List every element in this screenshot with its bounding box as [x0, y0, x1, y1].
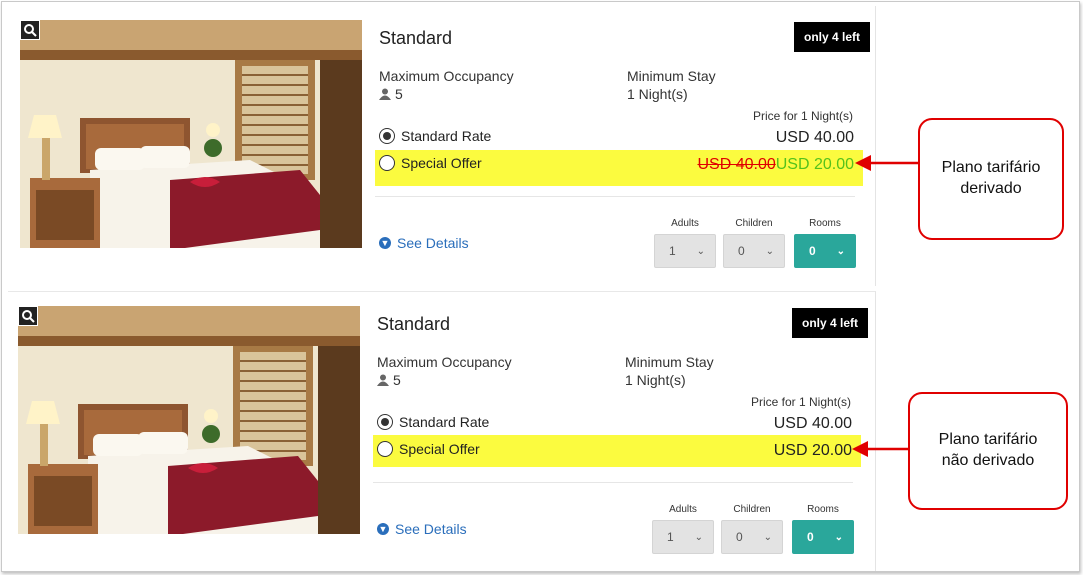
rate-option-special-offer[interactable]: Special Offer [377, 441, 480, 457]
room-photo[interactable] [18, 306, 360, 534]
children-select[interactable]: 0 ⌄ [721, 520, 783, 554]
zoom-icon[interactable] [20, 20, 40, 40]
adults-select[interactable]: 1 ⌄ [652, 520, 714, 554]
chevron-down-icon: ⌄ [696, 245, 705, 257]
availability-badge: only 4 left [792, 308, 869, 338]
rate-name: Special Offer [401, 155, 482, 171]
rate-price: USD 20.00 [773, 442, 852, 459]
callout-arrow [852, 441, 910, 457]
callout-line: derivado [960, 180, 1022, 197]
children-value: 0 [736, 530, 743, 544]
rooms-label: Rooms [807, 504, 839, 515]
rate-option-standard[interactable]: Standard Rate [377, 414, 489, 430]
adults-label: Adults [669, 504, 697, 515]
callout-arrow [855, 155, 920, 171]
occupancy-label: Maximum Occupancy [379, 68, 514, 84]
rate-name: Special Offer [399, 441, 480, 457]
children-label: Children [735, 218, 773, 229]
room-title: Standard [377, 314, 451, 334]
chevron-down-icon: ⌄ [834, 531, 843, 543]
occupancy-label: Maximum Occupancy [377, 354, 512, 370]
adults-value: 1 [669, 244, 676, 258]
radio-selected[interactable] [379, 128, 395, 144]
see-details-link[interactable]: ▼ See Details [377, 521, 467, 537]
children-label: Children [733, 504, 771, 515]
callout-line: não derivado [941, 452, 1035, 469]
adults-value: 1 [667, 530, 674, 544]
callout-line: Plano tarifário [938, 431, 1038, 449]
see-details-link[interactable]: ▼ See Details [379, 235, 469, 251]
rate-price: USD 40.00 [775, 129, 854, 146]
min-stay-value: 1 Night(s) [627, 86, 688, 102]
zoom-icon[interactable] [18, 306, 38, 326]
radio-unselected[interactable] [377, 441, 393, 457]
children-value: 0 [738, 244, 745, 258]
chevron-down-icon: ⌄ [763, 531, 772, 543]
radio-selected[interactable] [377, 414, 393, 430]
divider [373, 482, 853, 483]
chevron-down-icon: ⌄ [836, 245, 845, 257]
old-price: USD 40.00 [697, 156, 776, 173]
chevron-circle-down-icon: ▼ [377, 523, 389, 535]
new-price: USD 20.00 [775, 156, 854, 173]
radio-unselected[interactable] [379, 155, 395, 171]
room-card: Standard only 4 left Maximum Occupancy 5… [8, 291, 876, 571]
rate-option-special-offer[interactable]: Special Offer [379, 155, 482, 171]
occupancy-number: 5 [395, 86, 403, 102]
price-for-label: Price for 1 Night(s) [751, 395, 852, 409]
callout-line: Plano tarifário [941, 159, 1041, 177]
chevron-down-icon: ⌄ [694, 531, 703, 543]
chevron-down-icon: ⌄ [765, 245, 774, 257]
price-for-label: Price for 1 Night(s) [753, 109, 854, 123]
rate-option-standard[interactable]: Standard Rate [379, 128, 491, 144]
rate-price: USD 40.00 [773, 415, 852, 432]
occupancy-number: 5 [393, 372, 401, 388]
see-details-label: See Details [397, 235, 469, 251]
rate-name: Standard Rate [401, 128, 492, 144]
rooms-label: Rooms [809, 218, 841, 229]
min-stay-label: Minimum Stay [625, 354, 714, 370]
chevron-circle-down-icon: ▼ [379, 237, 391, 249]
divider [375, 196, 855, 197]
callout-non-derived-rate: Plano tarifário não derivado [908, 392, 1068, 510]
person-icon [379, 88, 391, 100]
rate-price-discounted: USD 40.00USD 20.00 [668, 156, 854, 174]
person-icon [377, 374, 389, 386]
min-stay-value: 1 Night(s) [625, 372, 686, 388]
callout-derived-rate: Plano tarifário derivado [918, 118, 1064, 240]
min-stay-label: Minimum Stay [627, 68, 716, 84]
rooms-value: 0 [807, 530, 814, 544]
see-details-label: See Details [395, 521, 467, 537]
rooms-select[interactable]: 0 ⌄ [792, 520, 854, 554]
occupancy-value: 5 [379, 86, 403, 102]
room-card: Standard only 4 left Maximum Occupancy 5… [8, 6, 876, 286]
rooms-select[interactable]: 0 ⌄ [794, 234, 856, 268]
children-select[interactable]: 0 ⌄ [723, 234, 785, 268]
room-title: Standard [379, 28, 453, 48]
adults-select[interactable]: 1 ⌄ [654, 234, 716, 268]
availability-badge: only 4 left [794, 22, 871, 52]
adults-label: Adults [671, 218, 699, 229]
occupancy-value: 5 [377, 372, 401, 388]
rate-name: Standard Rate [399, 414, 490, 430]
room-photo[interactable] [20, 20, 362, 248]
rooms-value: 0 [809, 244, 816, 258]
